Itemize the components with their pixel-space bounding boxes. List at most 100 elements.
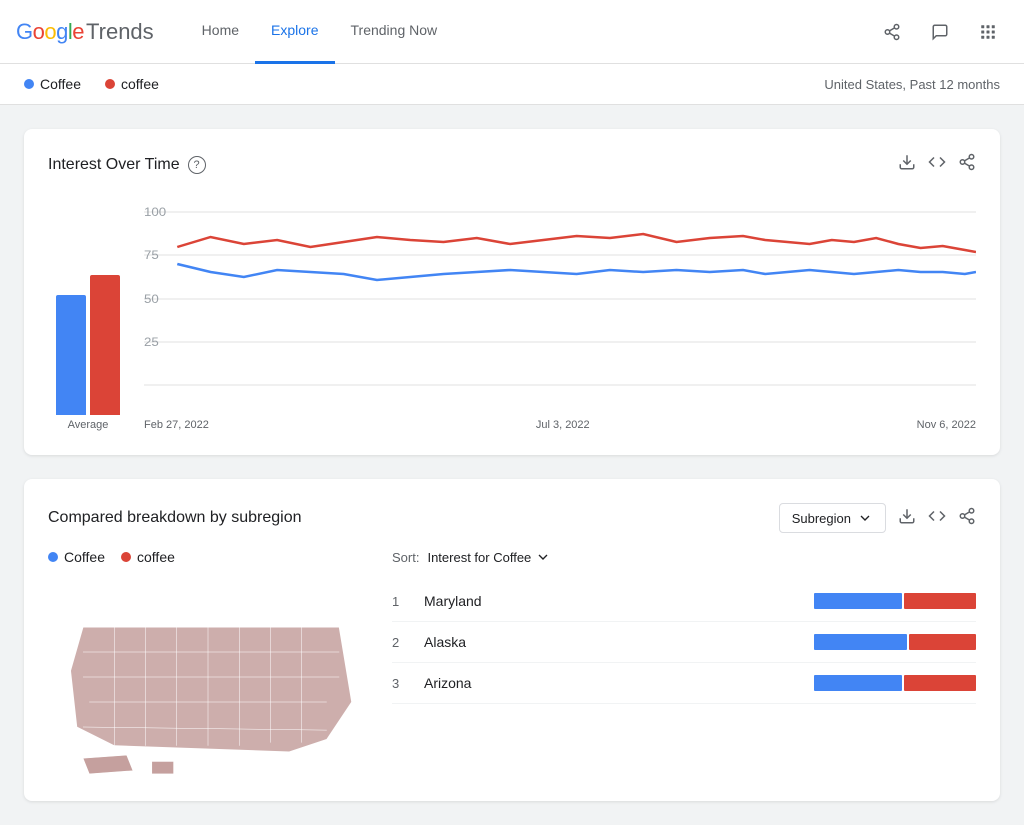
dot-red xyxy=(105,79,115,89)
usa-map-svg xyxy=(48,577,368,777)
nav-item-trending[interactable]: Trending Now xyxy=(335,0,454,64)
svg-text:25: 25 xyxy=(144,336,159,349)
interest-card-actions xyxy=(898,153,976,176)
region-name-3: Arizona xyxy=(424,675,802,691)
sort-row: Sort: Interest for Coffee xyxy=(392,549,976,565)
sort-label: Sort: xyxy=(392,550,419,565)
logo: Google Trends xyxy=(16,19,154,45)
subregion-dropdown[interactable]: Subregion xyxy=(779,503,886,533)
search-terms: Coffee coffee xyxy=(24,76,159,92)
main-nav: Home Explore Trending Now xyxy=(186,0,872,64)
red-line xyxy=(177,234,976,252)
legend-chip-coffee-proper: Coffee xyxy=(48,549,105,565)
header: Google Trends Home Explore Trending Now xyxy=(0,0,1024,64)
sort-dropdown[interactable]: Interest for Coffee xyxy=(427,549,551,565)
region-bars-2 xyxy=(814,634,976,650)
message-icon xyxy=(931,23,949,41)
dot-blue xyxy=(24,79,34,89)
message-button[interactable] xyxy=(920,12,960,52)
bars xyxy=(56,255,120,415)
legend-dot-blue xyxy=(48,552,58,562)
breakdown-legend: Coffee coffee xyxy=(48,549,368,565)
region-bar-blue-3 xyxy=(814,675,902,691)
term-label-coffee-lower: coffee xyxy=(121,76,159,92)
share-icon-breakdown[interactable] xyxy=(958,507,976,530)
region-row-3: 3 Arizona xyxy=(392,663,976,704)
embed-button-breakdown[interactable] xyxy=(928,507,946,530)
bar-blue xyxy=(56,295,86,415)
help-icon[interactable]: ? xyxy=(188,156,206,174)
header-actions xyxy=(872,12,1008,52)
chart-container: Average 100 75 50 25 xyxy=(48,192,976,431)
legend-dot-red xyxy=(121,552,131,562)
download-icon xyxy=(898,153,916,171)
legend-label-coffee-lower: coffee xyxy=(137,549,175,565)
x-label-1: Feb 27, 2022 xyxy=(144,419,209,431)
breakdown-card: Compared breakdown by subregion Subregio… xyxy=(24,479,1000,801)
blue-line xyxy=(177,264,976,280)
apps-button[interactable] xyxy=(968,12,1008,52)
legend-chip-coffee-lower: coffee xyxy=(121,549,175,565)
term-label-coffee-proper: Coffee xyxy=(40,76,81,92)
nav-item-home[interactable]: Home xyxy=(186,0,255,64)
share-button[interactable] xyxy=(872,12,912,52)
breakdown-card-header: Compared breakdown by subregion Subregio… xyxy=(48,503,976,533)
legend-label-coffee-proper: Coffee xyxy=(64,549,105,565)
average-bar-chart: Average xyxy=(48,255,128,431)
share-icon-breakdown-svg xyxy=(958,507,976,525)
region-rank-1: 1 xyxy=(392,594,412,609)
svg-text:100: 100 xyxy=(144,206,166,219)
logo-trends: Trends xyxy=(86,19,154,45)
main-content: Interest Over Time ? xyxy=(0,105,1024,825)
region-name-1: Maryland xyxy=(424,593,802,609)
share-icon-interest[interactable] xyxy=(958,153,976,176)
download-icon-breakdown xyxy=(898,507,916,525)
share-icon xyxy=(883,23,901,41)
svg-text:50: 50 xyxy=(144,293,159,306)
region-bar-blue-2 xyxy=(814,634,907,650)
region-bars-3 xyxy=(814,675,976,691)
region-bar-red-2 xyxy=(909,634,976,650)
geo-info: United States, Past 12 months xyxy=(824,77,1000,92)
region-bar-red-3 xyxy=(904,675,976,691)
svg-text:75: 75 xyxy=(144,249,159,262)
line-chart-svg: 100 75 50 25 xyxy=(144,192,976,412)
interest-card-title: Interest Over Time ? xyxy=(48,156,206,174)
download-button-breakdown[interactable] xyxy=(898,507,916,530)
interest-over-time-card: Interest Over Time ? xyxy=(24,129,1000,455)
download-button[interactable] xyxy=(898,153,916,176)
chevron-down-icon xyxy=(857,510,873,526)
nav-item-explore[interactable]: Explore xyxy=(255,0,334,64)
region-rank-3: 3 xyxy=(392,676,412,691)
apps-icon xyxy=(979,23,997,41)
subregion-label: Subregion xyxy=(792,511,851,526)
sort-chevron-icon xyxy=(535,549,551,565)
x-labels: Feb 27, 2022 Jul 3, 2022 Nov 6, 2022 xyxy=(144,415,976,431)
breakdown-right: Sort: Interest for Coffee 1 Maryland xyxy=(392,549,976,777)
region-rank-2: 2 xyxy=(392,635,412,650)
share-icon-interest xyxy=(958,153,976,171)
breakdown-left: Coffee coffee xyxy=(48,549,368,777)
region-bar-red-1 xyxy=(904,593,976,609)
embed-button[interactable] xyxy=(928,153,946,176)
term-chip-coffee-proper: Coffee xyxy=(24,76,81,92)
x-label-2: Jul 3, 2022 xyxy=(536,419,590,431)
region-bars-1 xyxy=(814,593,976,609)
region-row-2: 2 Alaska xyxy=(392,622,976,663)
sort-value: Interest for Coffee xyxy=(427,550,531,565)
region-bar-blue-1 xyxy=(814,593,902,609)
embed-icon xyxy=(928,153,946,171)
embed-icon-breakdown xyxy=(928,507,946,525)
us-map xyxy=(48,577,368,777)
x-label-3: Nov 6, 2022 xyxy=(917,419,976,431)
region-name-2: Alaska xyxy=(424,634,802,650)
interest-card-header: Interest Over Time ? xyxy=(48,153,976,176)
term-chip-coffee-lower: coffee xyxy=(105,76,159,92)
logo-google: Google xyxy=(16,19,84,45)
breakdown-card-actions: Subregion xyxy=(779,503,976,533)
search-bar: Coffee coffee United States, Past 12 mon… xyxy=(0,64,1024,105)
bar-red xyxy=(90,275,120,415)
breakdown-content: Coffee coffee xyxy=(48,549,976,777)
breakdown-card-title: Compared breakdown by subregion xyxy=(48,509,301,527)
line-chart-wrapper: 100 75 50 25 Feb 27, 2022 Jul 3, 2022 No… xyxy=(144,192,976,431)
